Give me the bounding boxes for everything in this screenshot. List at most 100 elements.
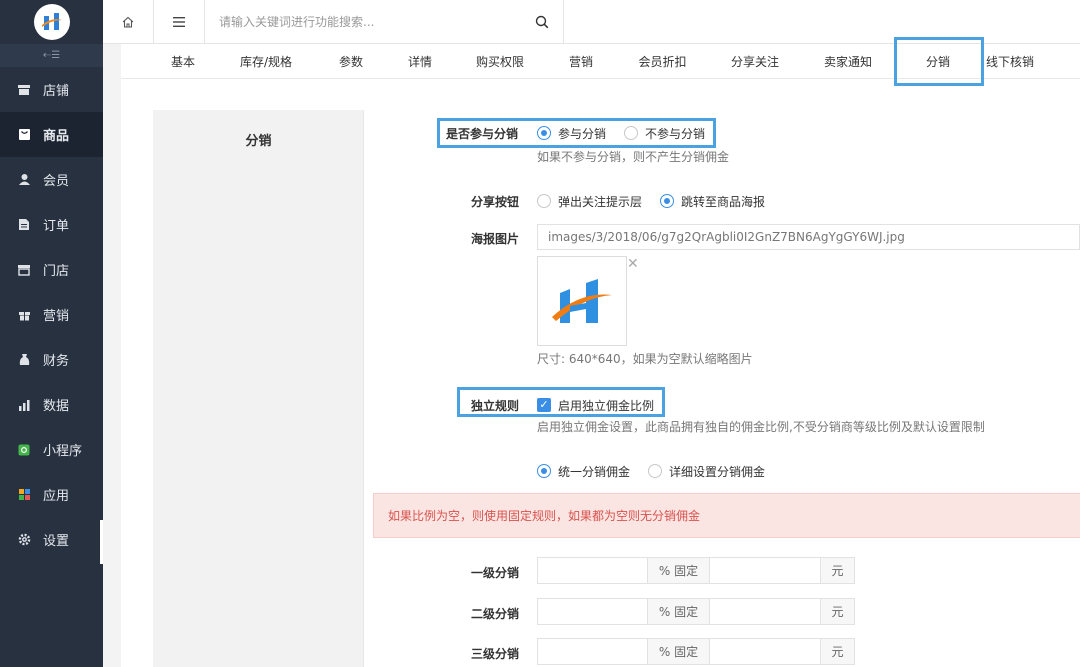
sidebar-item-label: 门店 (43, 264, 70, 279)
sidebar-item-9[interactable]: 应用 (0, 472, 103, 517)
sidebar-item-1[interactable]: 商品 (0, 112, 103, 157)
form-area: 分销 是否参与分销 参与分销 不参与分销 如果不参与分销，则不产生分销佣金 分享… (153, 110, 1080, 667)
order-icon (17, 218, 31, 232)
level-fixed-input[interactable] (709, 598, 821, 625)
level-unit-addon: 元 (820, 557, 855, 584)
sidebar-scrollbar[interactable] (100, 520, 103, 564)
tab-7[interactable]: 分享关注 (714, 44, 796, 79)
independent-rule-hint: 启用独立佣金设置，此商品拥有独自的佣金比例,不受分销商等级比例及默认设置限制 (537, 420, 985, 434)
money-bag-icon (17, 353, 31, 367)
share-poster-radio[interactable] (660, 194, 674, 208)
logo[interactable] (0, 0, 103, 44)
level-label: 三级分销 (471, 647, 520, 661)
sidebar-item-10[interactable]: 设置 (0, 517, 103, 562)
independent-rule-label: 独立规则 (471, 399, 520, 413)
goods-icon (17, 128, 31, 142)
main-content: 基本 库存/规格 参数 详情 购买权限 营销 会员折扣 分享关注 卖家通知 分销 线下核销 分销 是… (121, 37, 1080, 667)
sidebar-item-label: 营销 (43, 309, 70, 324)
tab-0[interactable]: 基本 (151, 44, 215, 79)
level-percent-addon: % 固定 (647, 598, 710, 625)
level-fixed-input[interactable] (709, 638, 821, 665)
poster-image-label: 海报图片 (471, 232, 520, 246)
tab-3[interactable]: 详情 (398, 44, 442, 79)
chart-icon (17, 398, 31, 412)
level-percent-addon: % 固定 (647, 557, 710, 584)
sidebar-item-8[interactable]: 小程序 (0, 427, 103, 472)
sidebar-item-3[interactable]: 订单 (0, 202, 103, 247)
section-title: 分销 (245, 134, 272, 149)
participate-yes-label[interactable]: 参与分销 (558, 125, 606, 142)
share-button-label: 分享按钮 (471, 195, 520, 209)
shop-icon (17, 263, 31, 277)
tab-2[interactable]: 参数 (328, 44, 374, 79)
store-icon (17, 83, 31, 97)
logo-icon (33, 4, 70, 40)
poster-size-hint: 尺寸: 640*640，如果为空默认缩略图片 (537, 352, 753, 366)
sidebar-item-7[interactable]: 数据 (0, 382, 103, 427)
independent-rule-checkbox[interactable]: ✓ (537, 398, 551, 412)
detailed-commission-radio[interactable] (648, 464, 662, 478)
level-percent-addon: % 固定 (647, 638, 710, 665)
sidebar-item-label: 设置 (43, 534, 70, 549)
poster-thumbnail[interactable] (537, 256, 627, 346)
commission-alert: 如果比例为空，则使用固定规则，如果都为空则无分销佣金 (373, 493, 1080, 538)
sidebar-item-label: 数据 (43, 399, 70, 414)
home-icon (122, 16, 134, 28)
share-popup-label[interactable]: 弹出关注提示层 (558, 193, 642, 210)
tab-bar: 基本 库存/规格 参数 详情 购买权限 营销 会员折扣 分享关注 卖家通知 分销 线下核销 (121, 37, 1080, 86)
tab-10[interactable]: 线下核销 (971, 44, 1049, 79)
tab-8[interactable]: 卖家通知 (805, 44, 891, 79)
sidebar-item-label: 会员 (43, 174, 70, 189)
level-unit-addon: 元 (820, 638, 855, 665)
sidebar-item-label: 应用 (43, 489, 70, 504)
share-popup-radio[interactable] (537, 194, 551, 208)
topbar (103, 0, 1080, 44)
apps-icon (17, 488, 31, 502)
section-panel: 分销 (153, 110, 364, 667)
miniapp-icon (17, 443, 31, 457)
sidebar-item-label: 订单 (43, 219, 70, 234)
level-label: 二级分销 (471, 607, 520, 621)
level-fixed-input[interactable] (709, 557, 821, 584)
level-label: 一级分销 (471, 566, 520, 580)
member-icon (17, 173, 31, 187)
sidebar-item-2[interactable]: 会员 (0, 157, 103, 202)
participate-no-label[interactable]: 不参与分销 (645, 125, 705, 142)
participate-yes-radio[interactable] (537, 126, 551, 140)
menu-icon (173, 17, 185, 27)
gear-icon (17, 533, 31, 547)
poster-image-path[interactable]: images/3/2018/06/g7g2QrAgbli0I2GnZ7BN6Ag… (537, 224, 1080, 250)
participate-hint: 如果不参与分销，则不产生分销佣金 (537, 150, 730, 164)
sidebar-item-5[interactable]: 营销 (0, 292, 103, 337)
unified-commission-radio[interactable] (537, 464, 551, 478)
level-percent-input[interactable] (537, 638, 648, 665)
tab-6[interactable]: 会员折扣 (625, 44, 700, 79)
detailed-commission-label[interactable]: 详细设置分销佣金 (669, 463, 765, 480)
share-poster-label[interactable]: 跳转至商品海报 (681, 193, 765, 210)
sidebar-item-label: 财务 (43, 354, 70, 369)
level-percent-input[interactable] (537, 557, 648, 584)
home-button[interactable] (103, 0, 154, 44)
independent-rule-checkbox-label[interactable]: 启用独立佣金比例 (558, 397, 654, 414)
sidebar-item-4[interactable]: 门店 (0, 247, 103, 292)
close-icon[interactable]: ✕ (627, 256, 639, 272)
sidebar-item-0[interactable]: 店铺 (0, 67, 103, 112)
search-icon[interactable] (535, 15, 549, 29)
level-percent-input[interactable] (537, 598, 648, 625)
sidebar-item-label: 店铺 (43, 84, 70, 99)
sidebar: ⇠☰ 店铺商品会员订单门店营销财务数据小程序应用设置 (0, 0, 103, 667)
poster-logo-icon (552, 279, 612, 323)
search-box (205, 0, 564, 44)
sidebar-item-6[interactable]: 财务 (0, 337, 103, 382)
collapse-icon[interactable]: ⇠☰ (0, 44, 103, 67)
tab-5[interactable]: 营销 (559, 44, 603, 79)
menu-button[interactable] (154, 0, 205, 44)
unified-commission-label[interactable]: 统一分销佣金 (558, 463, 630, 480)
sidebar-item-label: 小程序 (43, 444, 83, 459)
search-input[interactable] (219, 15, 509, 29)
tab-4[interactable]: 购买权限 (461, 44, 539, 79)
level-unit-addon: 元 (820, 598, 855, 625)
tab-1[interactable]: 库存/规格 (216, 44, 316, 79)
participate-no-radio[interactable] (624, 126, 638, 140)
sidebar-item-label: 商品 (43, 129, 70, 144)
